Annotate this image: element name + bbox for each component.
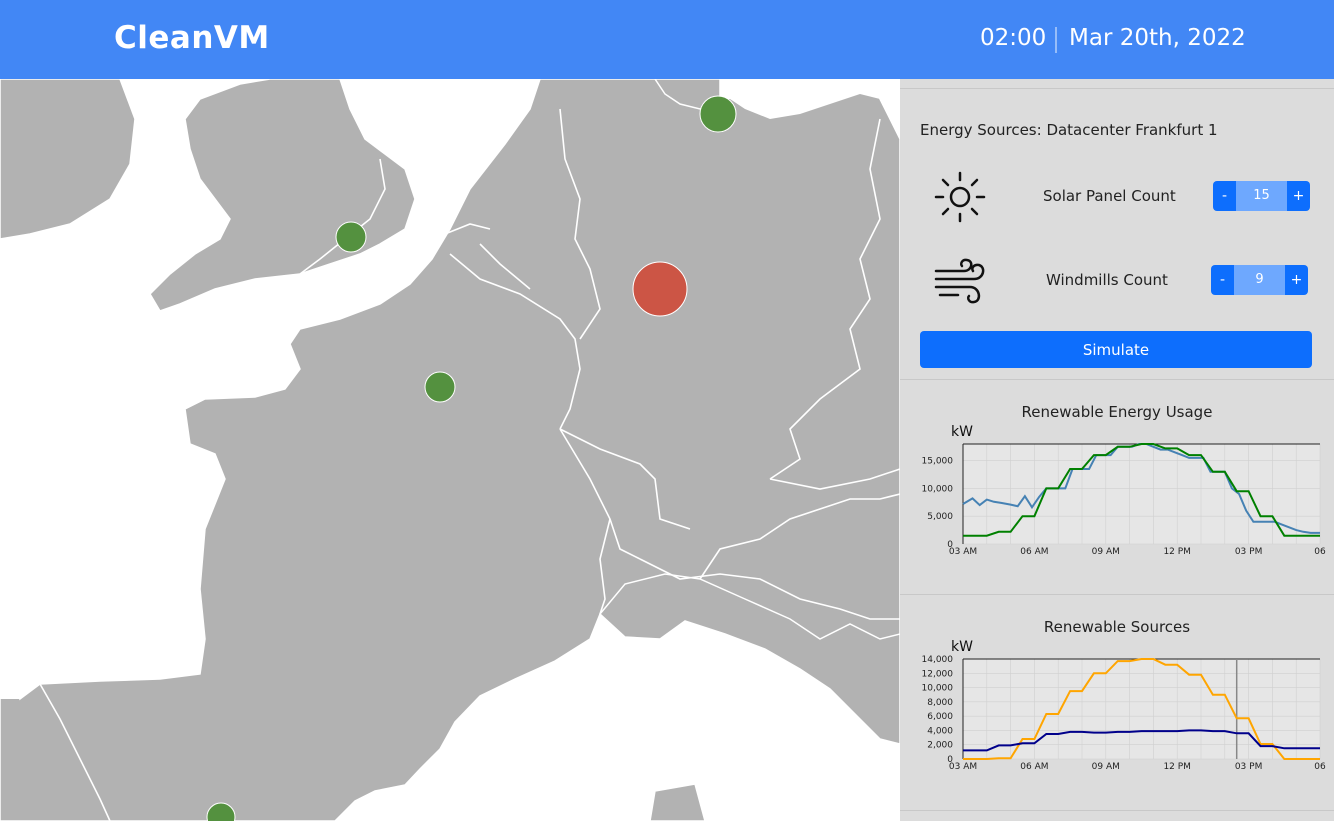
map-canvas[interactable] xyxy=(0,79,900,821)
solar-increment-button[interactable]: + xyxy=(1287,181,1310,211)
windmills-count-label: Windmills Count xyxy=(1046,271,1168,289)
simulate-button[interactable]: Simulate xyxy=(920,331,1312,368)
x-tick-label: 06 AM xyxy=(1020,762,1048,772)
x-tick-label: 12 PM xyxy=(1163,547,1191,557)
datacenter-marker-paris[interactable] xyxy=(424,371,456,403)
y-axis-unit: kW xyxy=(951,639,973,655)
x-tick-label: 09 AM xyxy=(1092,547,1120,557)
solar-panel-count-input[interactable]: 15 xyxy=(1236,181,1287,211)
y-tick-label: 8,000 xyxy=(927,698,953,708)
x-tick-label: 09 AM xyxy=(1092,762,1120,772)
y-tick-label: 5,000 xyxy=(927,512,953,522)
datacenter-marker-frankfurt[interactable] xyxy=(632,261,688,317)
y-axis-unit: kW xyxy=(951,424,973,440)
x-tick-label: 03 AM xyxy=(949,762,977,772)
solar-panel-count-label: Solar Panel Count xyxy=(1043,187,1176,205)
y-tick-label: 15,000 xyxy=(922,457,954,467)
sun-icon xyxy=(934,171,986,223)
y-tick-label: 14,000 xyxy=(922,655,954,665)
windmills-decrement-button[interactable]: - xyxy=(1211,265,1234,295)
x-tick-label: 03 PM xyxy=(1235,547,1263,557)
solar-panel-stepper[interactable]: - 15 + xyxy=(1213,181,1310,211)
x-tick-label: 03 AM xyxy=(949,547,977,557)
y-tick-label: 12,000 xyxy=(922,669,954,679)
renewable-energy-usage-section: Renewable Energy Usage 0 5,000 10,000 15,00… xyxy=(900,380,1334,595)
x-tick-label: 03 PM xyxy=(1235,762,1263,772)
solar-decrement-button[interactable]: - xyxy=(1213,181,1236,211)
y-tick-label: 4,000 xyxy=(927,726,953,736)
renewable-sources-chart[interactable]: 02,0004,0006,0008,00010,00012,00014,0000… xyxy=(900,595,1334,811)
y-tick-label: 10,000 xyxy=(922,684,954,694)
windmills-stepper[interactable]: - 9 + xyxy=(1211,265,1308,295)
windmills-count-input[interactable]: 9 xyxy=(1234,265,1285,295)
datacenter-marker-london[interactable] xyxy=(335,221,367,253)
current-date: Mar 20th, 2022 xyxy=(1069,25,1246,51)
plot-area xyxy=(963,444,1320,544)
y-tick-label: 10,000 xyxy=(922,484,954,494)
energy-sources-section: Energy Sources: Datacenter Frankfurt 1 S… xyxy=(900,88,1334,380)
europe-map[interactable] xyxy=(0,79,900,821)
wind-icon xyxy=(934,257,988,305)
top-bar: CleanVM 02:00 Mar 20th, 2022 xyxy=(0,0,1334,79)
header-divider xyxy=(1055,27,1057,53)
renewable-energy-usage-chart[interactable]: 05,00010,00015,00003 AM 06 AM 09 AM 12 PM 03… xyxy=(900,380,1334,595)
x-tick-label: 12 PM xyxy=(1163,762,1191,772)
x-tick-label: 06 xyxy=(1314,547,1326,557)
datacenter-marker-northern-germany[interactable] xyxy=(699,95,737,133)
x-tick-label: 06 AM xyxy=(1020,547,1048,557)
windmills-increment-button[interactable]: + xyxy=(1285,265,1308,295)
y-tick-label: 2,000 xyxy=(927,741,953,751)
app-title[interactable]: CleanVM xyxy=(114,20,270,56)
current-time: 02:00 xyxy=(980,25,1047,51)
side-panel: Energy Sources: Datacenter Frankfurt 1 S… xyxy=(900,79,1334,821)
renewable-sources-section: Renewable Sources 0 2,000 4,000 6,000 8,000 1… xyxy=(900,595,1334,811)
x-tick-label: 06 xyxy=(1314,762,1326,772)
energy-sources-title: Energy Sources: Datacenter Frankfurt 1 xyxy=(920,121,1218,139)
y-tick-label: 6,000 xyxy=(927,712,953,722)
